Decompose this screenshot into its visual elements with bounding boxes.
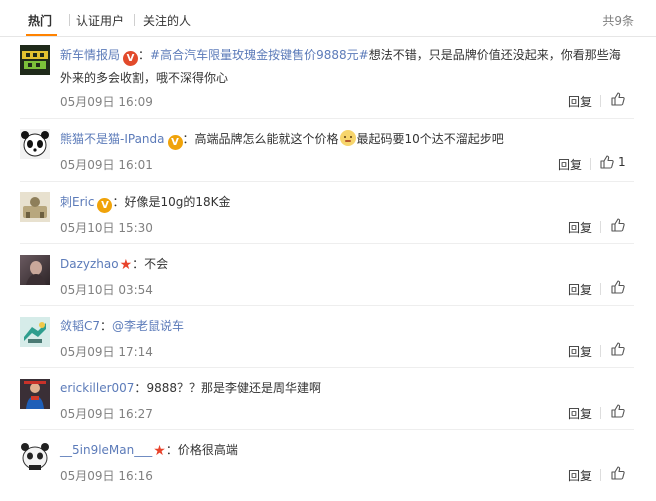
avatar[interactable] <box>20 441 50 471</box>
thumbs-up-icon <box>600 155 614 169</box>
reply-button[interactable]: 回复 <box>568 467 592 484</box>
verified-badge-icon: V <box>123 51 139 66</box>
comment-content: 刺Eric V ：好像是10g的18K金 <box>60 195 231 213</box>
thumbs-up-icon <box>611 404 625 418</box>
username-link[interactable]: Dazyzhao <box>60 257 119 271</box>
tab-divider <box>134 14 135 26</box>
thumbs-up-icon <box>611 280 625 294</box>
like-button[interactable]: 1 <box>600 155 626 169</box>
like-button[interactable] <box>611 218 625 232</box>
mention-link[interactable]: @李老鼠说车 <box>112 319 184 333</box>
avatar[interactable] <box>20 45 50 75</box>
thumbs-up-icon <box>611 342 625 356</box>
star-badge-icon: ★ <box>119 257 133 273</box>
comment-text: 价格很高端 <box>177 443 238 457</box>
comment-content: Dazyzhao★：不会 <box>60 257 169 273</box>
comment-item: __5in9leMan___★：价格很高端 05月09日 16:16 回复 <box>0 430 656 501</box>
comment-time: 05月09日 16:27 <box>60 407 153 421</box>
topic-link[interactable]: #高合汽车限量玫瑰金按键售价9888元# <box>150 48 369 62</box>
like-button[interactable] <box>611 404 625 418</box>
username-link[interactable]: 刺Eric <box>60 195 94 209</box>
username-link[interactable]: 新车情报局 <box>60 48 120 62</box>
active-tab-indicator <box>26 34 57 36</box>
tab-hot[interactable]: 热门 <box>28 12 52 29</box>
comment-item: erickiller007：9888？？那是李健还是周华建啊 05月09日 16… <box>0 368 656 430</box>
action-divider <box>590 158 591 170</box>
username-link[interactable]: erickiller007 <box>60 381 134 395</box>
comment-item: 新车情报局 V ：#高合汽车限量玫瑰金按键售价9888元#想法不错，只是品牌价值还没… <box>0 37 656 119</box>
username-link[interactable]: __5in9leMan___ <box>60 443 152 457</box>
action-divider <box>600 345 601 357</box>
reply-button[interactable]: 回复 <box>568 281 592 298</box>
tab-following[interactable]: 关注的人 <box>143 12 191 29</box>
reply-button[interactable]: 回复 <box>558 156 582 173</box>
comment-time: 05月09日 16:16 <box>60 469 153 483</box>
comment-item: 敛韬C7：@李老鼠说车 05月09日 17:14 回复 <box>0 306 656 368</box>
verified-badge-icon: V <box>167 135 183 150</box>
avatar[interactable] <box>20 379 50 409</box>
comment-total-count: 共9条 <box>602 14 634 28</box>
thumbs-up-icon <box>611 92 625 106</box>
action-divider <box>600 283 601 295</box>
like-count: 1 <box>618 155 626 169</box>
action-divider <box>600 407 601 419</box>
like-button[interactable] <box>611 466 625 480</box>
avatar[interactable] <box>20 192 50 222</box>
comment-text: 最起码要10个达不溜起步吧 <box>356 132 504 146</box>
like-button[interactable] <box>611 280 625 294</box>
comment-content: __5in9leMan___★：价格很高端 <box>60 443 238 459</box>
action-divider <box>600 95 601 107</box>
comment-item: 熊猫不是猫-IPanda V ：高端品牌怎么能就这个价格 最起码要10个达不溜起步吧 … <box>0 119 656 182</box>
action-divider <box>600 469 601 481</box>
like-button[interactable] <box>611 342 625 356</box>
comment-content: 敛韬C7：@李老鼠说车 <box>60 319 185 333</box>
comment-text: 好像是10g的18K金 <box>124 195 231 209</box>
verified-badge-icon: V <box>97 198 113 213</box>
avatar[interactable] <box>20 129 50 159</box>
reply-button[interactable]: 回复 <box>568 93 592 110</box>
comment-time: 05月09日 16:09 <box>60 95 153 109</box>
tab-divider <box>69 14 70 26</box>
comment-content: erickiller007：9888？？那是李健还是周华建啊 <box>60 381 321 395</box>
comment-text: 不会 <box>144 257 169 271</box>
reply-button[interactable]: 回复 <box>568 405 592 422</box>
username-link[interactable]: 敛韬C7 <box>60 319 100 333</box>
action-divider <box>600 221 601 233</box>
comment-time: 05月09日 17:14 <box>60 345 153 359</box>
comment-item: Dazyzhao★：不会 05月10日 03:54 回复 <box>0 244 656 306</box>
comment-time: 05月10日 15:30 <box>60 221 153 235</box>
comment-tabs: 热门 认证用户 关注的人 共9条 <box>0 0 656 37</box>
reply-button[interactable]: 回复 <box>568 343 592 360</box>
doge-emoji-icon <box>339 130 356 146</box>
tab-verified-users[interactable]: 认证用户 <box>76 12 124 29</box>
reply-button[interactable]: 回复 <box>568 219 592 236</box>
thumbs-up-icon <box>611 218 625 232</box>
comment-time: 05月10日 03:54 <box>60 283 153 297</box>
username-link[interactable]: 熊猫不是猫-IPanda <box>60 132 165 146</box>
avatar[interactable] <box>20 317 50 347</box>
star-badge-icon: ★ <box>153 443 166 459</box>
comment-item: 刺Eric V ：好像是10g的18K金 05月10日 15:30 回复 <box>0 182 656 244</box>
comment-time: 05月09日 16:01 <box>60 158 153 172</box>
comment-content: 新车情报局 V ：#高合汽车限量玫瑰金按键售价9888元#想法不错，只是品牌价值还没… <box>60 48 621 85</box>
comment-text: 9888？？那是李健还是周华建啊 <box>146 381 321 395</box>
comment-text: 高端品牌怎么能就这个价格 <box>194 132 339 146</box>
avatar[interactable] <box>20 255 50 285</box>
thumbs-up-icon <box>611 466 625 480</box>
like-button[interactable] <box>611 92 625 106</box>
comment-content: 熊猫不是猫-IPanda V ：高端品牌怎么能就这个价格 最起码要10个达不溜起步吧 <box>60 130 504 150</box>
